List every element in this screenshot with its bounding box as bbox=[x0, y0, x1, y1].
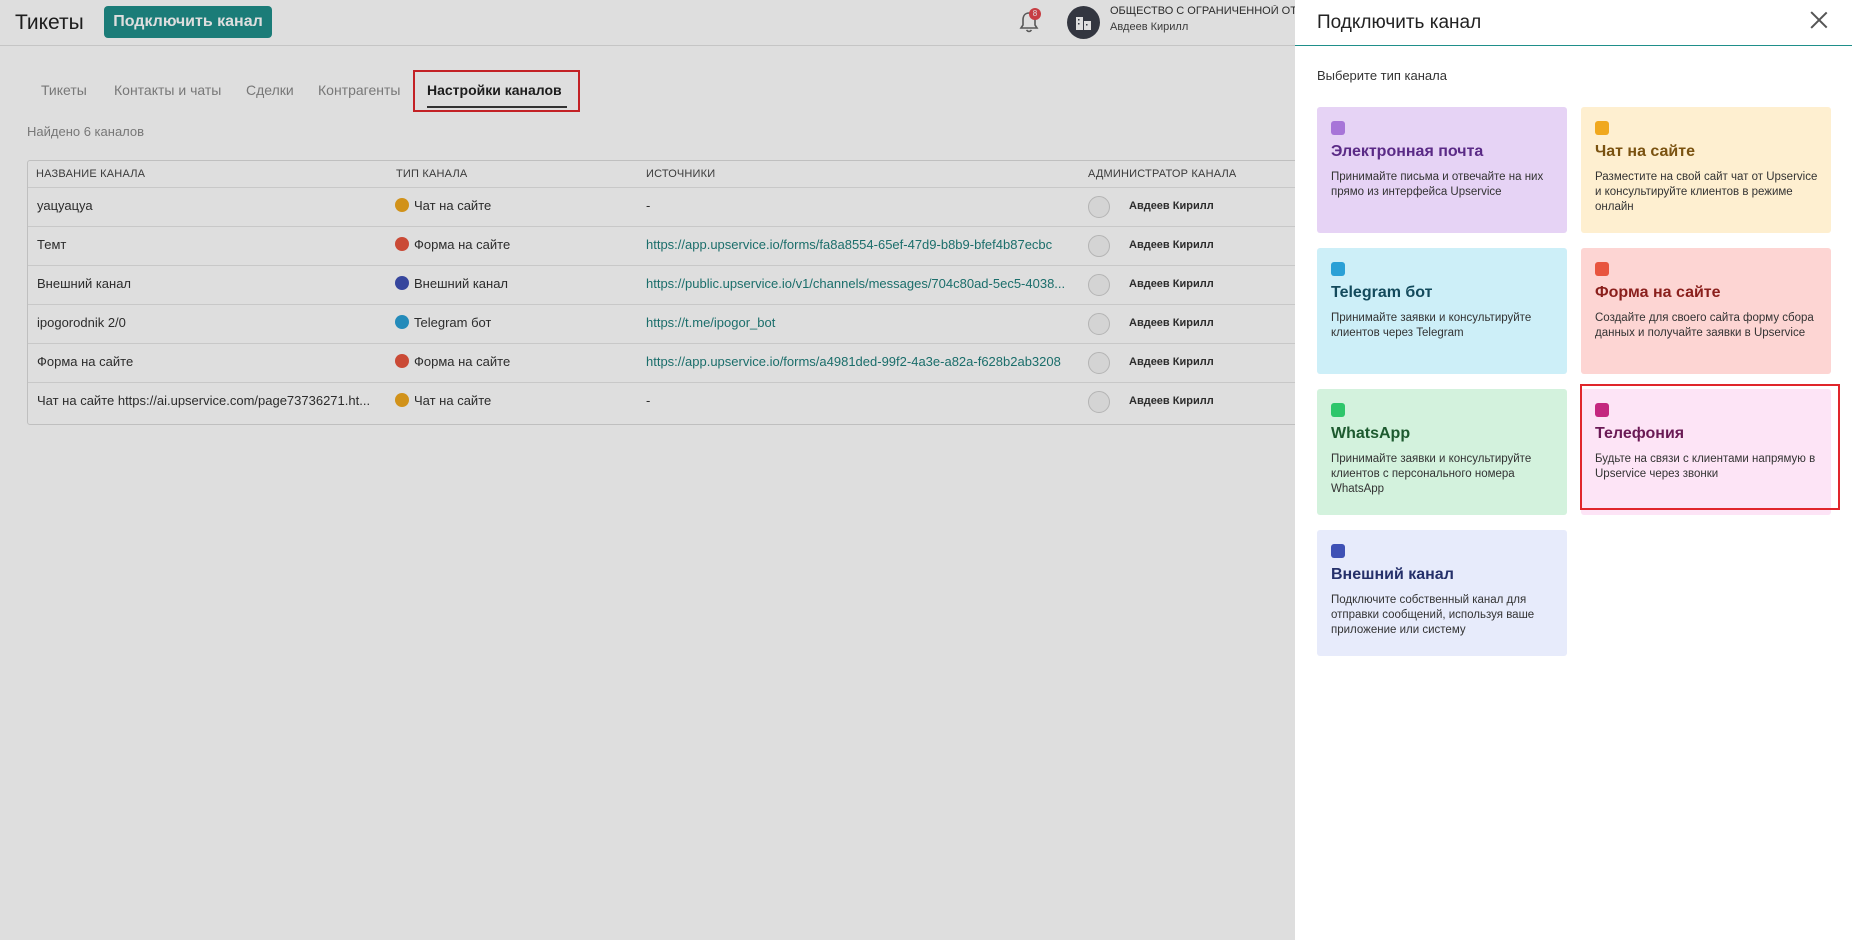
external-channel-icon bbox=[1331, 544, 1345, 558]
channel-card-description: Принимайте письма и отвечайте на них пря… bbox=[1331, 171, 1544, 198]
channel-card-site-chat[interactable]: Чат на сайте Разместите на свой сайт чат … bbox=[1581, 107, 1831, 233]
form-icon bbox=[1595, 262, 1609, 276]
channel-card-telegram-bot[interactable]: Telegram бот Принимайте заявки и консульт… bbox=[1317, 248, 1567, 374]
channel-card-title: Чат на сайте bbox=[1595, 143, 1695, 160]
channel-card-description: Принимайте заявки и консультируйте клиен… bbox=[1331, 312, 1532, 339]
channel-card-description: Подключите собственный канал для отправк… bbox=[1331, 594, 1535, 636]
panel-subtitle: Выберите тип канала bbox=[1317, 68, 1447, 83]
highlight-box-card bbox=[1580, 384, 1840, 510]
channel-card-email[interactable]: Электронная почта Принимайте письма и отв… bbox=[1317, 107, 1567, 233]
chat-icon bbox=[1595, 121, 1609, 135]
close-icon[interactable] bbox=[1808, 9, 1830, 31]
channel-card-title: Telegram бот bbox=[1331, 284, 1433, 301]
channel-card-title: WhatsApp bbox=[1331, 425, 1411, 442]
channel-card-title: Внешний канал bbox=[1331, 566, 1454, 583]
telegram-icon bbox=[1331, 262, 1345, 276]
modal-backdrop[interactable] bbox=[0, 0, 1295, 940]
email-icon bbox=[1331, 121, 1345, 135]
channel-card-title: Форма на сайте bbox=[1595, 284, 1721, 301]
whatsapp-icon bbox=[1331, 403, 1345, 417]
channel-card-description: Принимайте заявки и консультируйте клиен… bbox=[1331, 453, 1532, 495]
channel-card-external-channel[interactable]: Внешний канал Подключите собственный кана… bbox=[1317, 530, 1567, 656]
panel-title: Подключить канал bbox=[1317, 12, 1482, 33]
channel-card-description: Разместите на свой сайт чат от Upservice… bbox=[1595, 171, 1818, 213]
channel-card-site-form[interactable]: Форма на сайте Создайте для своего сайта … bbox=[1581, 248, 1831, 374]
channel-card-description: Создайте для своего сайта форму сбора да… bbox=[1595, 312, 1814, 339]
channel-card-whatsapp[interactable]: WhatsApp Принимайте заявки и консультируй… bbox=[1317, 389, 1567, 515]
channel-card-title: Электронная почта bbox=[1331, 143, 1484, 160]
panel-header: Подключить канал bbox=[1295, 0, 1852, 46]
